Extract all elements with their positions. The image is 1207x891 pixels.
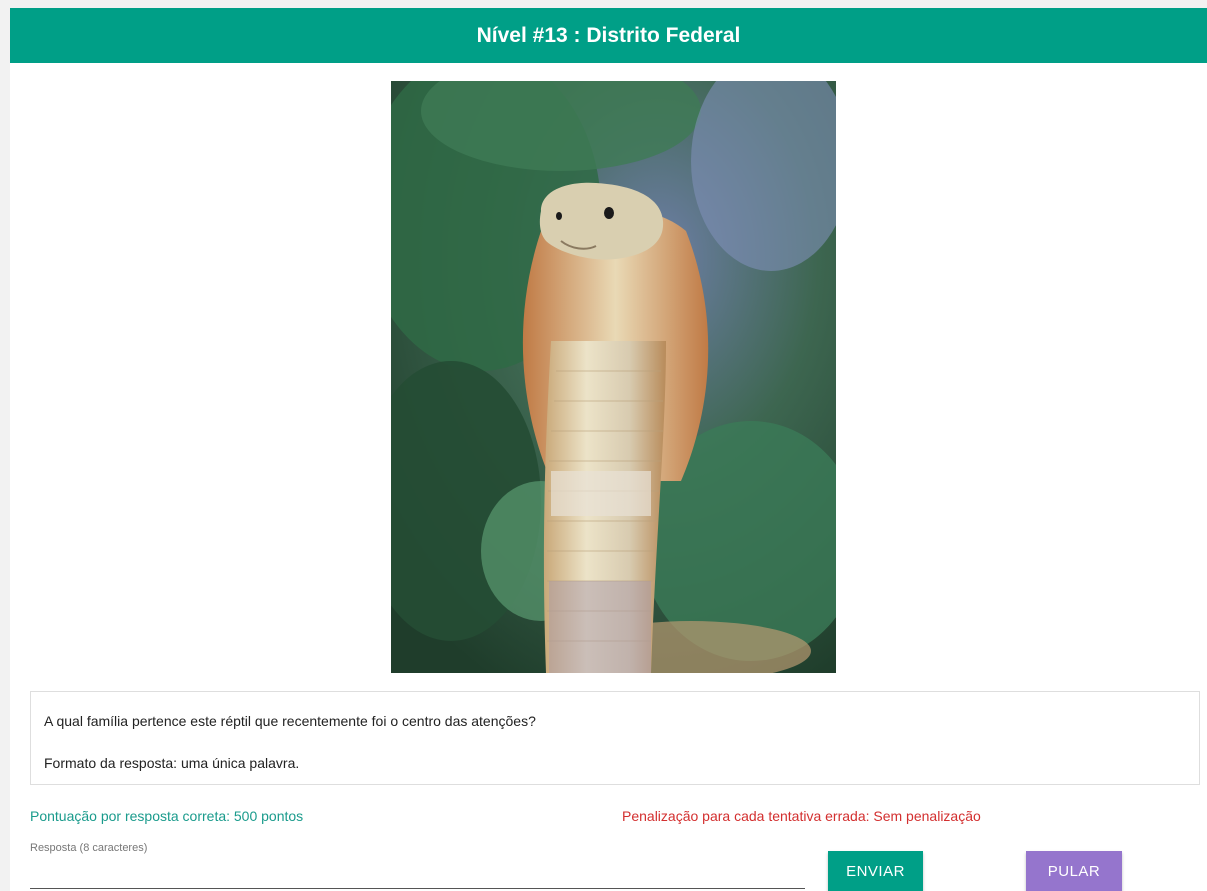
level-header: Nível #13 : Distrito Federal: [10, 8, 1207, 63]
points-info: Pontuação por resposta correta: 500 pont…: [30, 808, 304, 824]
send-button[interactable]: ENVIAR: [828, 851, 923, 891]
question-image: [391, 81, 836, 673]
question-box: A qual família pertence este réptil que …: [30, 691, 1200, 785]
answer-label: Resposta (8 caracteres): [30, 842, 148, 854]
quiz-card: Nível #13 : Distrito Federal A qual famí…: [10, 8, 1207, 891]
level-title: Nível #13 : Distrito Federal: [476, 23, 741, 47]
question-text: A qual família pertence este réptil que …: [44, 713, 536, 729]
skip-button[interactable]: PULAR: [1026, 851, 1122, 891]
answer-format: Formato da resposta: uma única palavra.: [44, 755, 300, 771]
penalty-info: Penalização para cada tentativa errada: …: [622, 808, 981, 824]
answer-input[interactable]: [30, 860, 805, 889]
